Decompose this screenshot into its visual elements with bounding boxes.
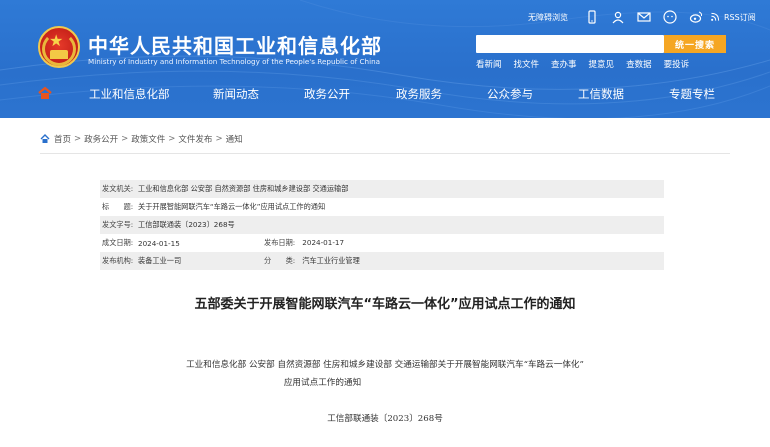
document-body-line2: 应用试点工作的通知	[283, 378, 362, 388]
nav-item-topics[interactable]: 专题专栏	[669, 86, 715, 102]
title-label: 标 题:	[102, 202, 134, 211]
mail-icon[interactable]	[636, 9, 652, 25]
search-input[interactable]	[476, 35, 664, 53]
breadcrumb-file-release[interactable]: 文件发布	[178, 133, 212, 145]
org-label: 发布机构:	[102, 256, 134, 265]
quick-link-services[interactable]: 查办事	[551, 58, 577, 70]
site-header: ★ 中华人民共和国工业和信息化部 Ministry of Industry an…	[0, 0, 770, 118]
accessibility-link[interactable]: 无障碍浏览	[528, 12, 568, 23]
breadcrumb-separator: >	[168, 134, 176, 144]
quick-links: 看新闻 找文件 查办事 提意见 查数据 要投诉	[476, 58, 701, 70]
nav-item-news[interactable]: 新闻动态	[213, 86, 259, 102]
nav-item-services[interactable]: 政务服务	[396, 86, 442, 102]
site-subtitle: Ministry of Industry and Information Tec…	[88, 57, 381, 66]
quick-link-files[interactable]: 找文件	[514, 58, 540, 70]
rss-link[interactable]: RSS订阅	[724, 12, 756, 23]
document-info-table: 发文机关: 工业和信息化部 公安部 自然资源部 住房和城乡建设部 交通运输部 标…	[100, 180, 664, 270]
main-nav: 工业和信息化部 新闻动态 政务公开 政务服务 公众参与 工信数据 专题专栏	[0, 78, 770, 110]
national-emblem-logo[interactable]: ★	[38, 26, 80, 68]
docno-value: 工信部联通装〔2023〕268号	[138, 220, 235, 229]
breadcrumb-separator: >	[215, 134, 223, 144]
document-title: 五部委关于开展智能网联汽车“车路云一体化”应用试点工作的通知	[194, 297, 576, 312]
info-row-dates: 成文日期: 2024-01-15 发布日期: 2024-01-17	[100, 234, 664, 252]
user-icon[interactable]	[610, 9, 626, 25]
mobile-icon[interactable]	[584, 9, 600, 25]
nav-item-ministry[interactable]: 工业和信息化部	[89, 86, 170, 102]
breadcrumb-policy-files[interactable]: 政策文件	[131, 133, 165, 145]
rss-icon[interactable]	[710, 9, 720, 25]
category-value: 汽车工业行业管理	[302, 256, 360, 265]
issuer-value: 工业和信息化部 公安部 自然资源部 住房和城乡建设部 交通运输部	[138, 184, 349, 193]
breadcrumb-home[interactable]: 首页	[54, 133, 71, 145]
category-label: 分 类:	[264, 256, 296, 265]
breadcrumb: 首页 > 政务公开 > 政策文件 > 文件发布 > 通知	[40, 133, 243, 145]
breadcrumb-public-affairs[interactable]: 政务公开	[84, 133, 118, 145]
wechat-icon[interactable]	[662, 9, 678, 25]
info-row-docno: 发文字号: 工信部联通装〔2023〕268号	[100, 216, 664, 234]
nav-item-data[interactable]: 工信数据	[578, 86, 624, 102]
divider	[40, 153, 730, 154]
document-body: 工业和信息化部 公安部 自然资源部 住房和城乡建设部 交通运输部关于开展智能网联…	[0, 356, 770, 392]
date-value: 2024-01-15	[138, 238, 180, 248]
home-icon	[40, 134, 50, 143]
quick-link-feedback[interactable]: 提意见	[589, 58, 615, 70]
info-row-org: 发布机构: 装备工业一司 分 类: 汽车工业行业管理	[100, 252, 664, 270]
date-label: 成文日期:	[102, 238, 134, 247]
breadcrumb-separator: >	[121, 134, 129, 144]
document-body-line1: 工业和信息化部 公安部 自然资源部 住房和城乡建设部 交通运输部关于开展智能网联…	[186, 360, 584, 370]
home-icon[interactable]	[37, 86, 53, 100]
site-title[interactable]: 中华人民共和国工业和信息化部	[88, 30, 382, 59]
docno-label: 发文字号:	[102, 220, 134, 229]
issuer-label: 发文机关:	[102, 184, 134, 193]
pubdate-value: 2024-01-17	[302, 238, 345, 247]
quick-link-news[interactable]: 看新闻	[476, 58, 502, 70]
quick-link-complaint[interactable]: 要投诉	[664, 58, 690, 70]
pubdate-label: 发布日期:	[264, 238, 296, 247]
breadcrumb-notice[interactable]: 通知	[226, 133, 243, 145]
nav-item-public-affairs[interactable]: 政务公开	[304, 86, 350, 102]
nav-item-participation[interactable]: 公众参与	[487, 86, 533, 102]
top-toolbar: 无障碍浏览 RSS订阅	[528, 8, 756, 26]
info-row-issuer: 发文机关: 工业和信息化部 公安部 自然资源部 住房和城乡建设部 交通运输部	[100, 180, 664, 198]
quick-link-data[interactable]: 查数据	[626, 58, 652, 70]
document-number: 工信部联通装〔2023〕268号	[327, 414, 443, 424]
breadcrumb-separator: >	[74, 134, 82, 144]
org-value: 装备工业一司	[138, 256, 182, 265]
info-row-title: 标 题: 关于开展智能网联汽车“车路云一体化”应用试点工作的通知	[100, 198, 664, 216]
search-button[interactable]: 统一搜索	[664, 35, 726, 53]
weibo-icon[interactable]	[688, 9, 704, 25]
title-value: 关于开展智能网联汽车“车路云一体化”应用试点工作的通知	[138, 202, 326, 211]
